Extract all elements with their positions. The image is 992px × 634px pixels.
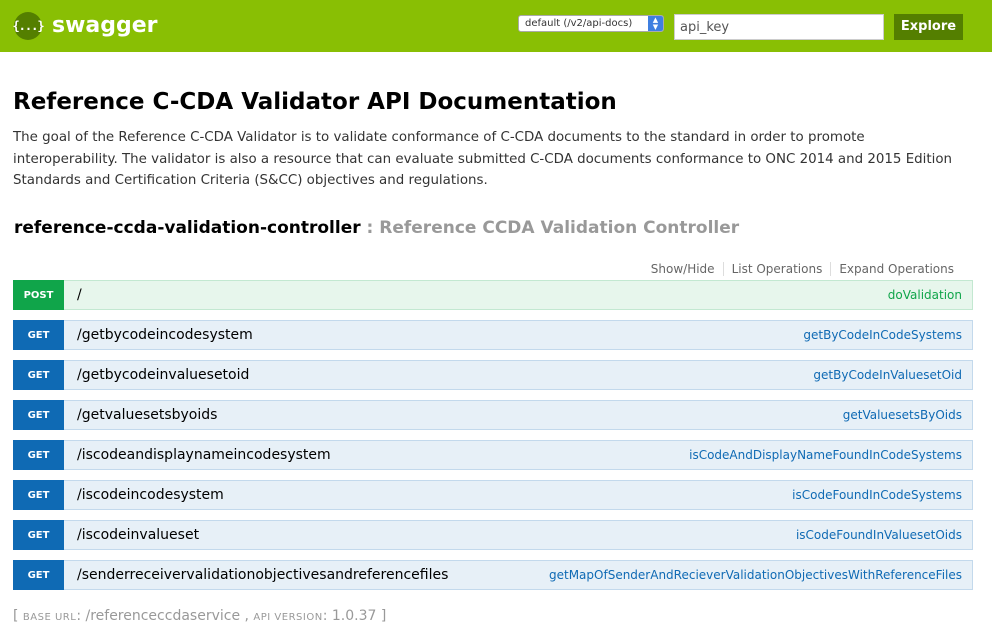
base-url-label: BASE URL [22, 612, 77, 623]
explore-button[interactable]: Explore [894, 14, 963, 40]
operation-name[interactable]: getValuesetsByOids [843, 408, 962, 422]
operation-path[interactable]: /getvaluesetsbyoids [77, 407, 843, 423]
operation-row[interactable]: GET /iscodeinvalueset isCodeFoundInValue… [13, 520, 973, 550]
operation-name[interactable]: isCodeAndDisplayNameFoundInCodeSystems [689, 448, 962, 462]
select-arrows-icon: ▲ ▼ [648, 16, 663, 31]
page-title: Reference C-CDA Validator API Documentat… [13, 89, 617, 115]
api-key-input[interactable] [674, 14, 884, 40]
api-version-value: 1.0.37 [331, 608, 377, 624]
spec-select-value: default (/v2/api-docs) [525, 18, 633, 29]
operation-row[interactable]: POST / doValidation [13, 280, 973, 310]
operation-path[interactable]: /senderreceivervalidationobjectivesandre… [77, 567, 549, 583]
operation-path[interactable]: /iscodeinvalueset [77, 527, 796, 543]
list-operations-link[interactable]: List Operations [722, 262, 831, 276]
operation-path[interactable]: /getbycodeincodesystem [77, 327, 803, 343]
logo-text: swagger [52, 13, 158, 38]
method-badge[interactable]: GET [13, 440, 64, 470]
operation-row[interactable]: GET /getvaluesetsbyoids getValuesetsByOi… [13, 400, 973, 430]
operation-path[interactable]: /iscodeincodesystem [77, 487, 792, 503]
show-hide-link[interactable]: Show/Hide [643, 262, 723, 276]
operation-path[interactable]: /getbycodeinvaluesetoid [77, 367, 813, 383]
operation-name[interactable]: isCodeFoundInValuesetOids [796, 528, 962, 542]
api-version-colon: : [322, 608, 332, 624]
expand-operations-link[interactable]: Expand Operations [830, 262, 962, 276]
controller-description: Reference CCDA Validation Controller [379, 218, 740, 238]
base-url-value: /referenceccdaservice [85, 608, 241, 624]
spec-select[interactable]: default (/v2/api-docs) ▲ ▼ [518, 15, 664, 32]
footer-open-bracket: [ [13, 608, 23, 624]
controller-separator: : [360, 218, 380, 238]
operation-name[interactable]: doValidation [888, 288, 962, 302]
operation-name[interactable]: isCodeFoundInCodeSystems [792, 488, 962, 502]
operation-links: Show/Hide List Operations Expand Operati… [643, 262, 962, 276]
operation-name[interactable]: getMapOfSenderAndRecieverValidationObjec… [549, 568, 962, 582]
method-badge[interactable]: GET [13, 320, 64, 350]
page-description: The goal of the Reference C-CDA Validato… [13, 130, 953, 188]
operation-row[interactable]: GET /getbycodeinvaluesetoid getByCodeInV… [13, 360, 973, 390]
operation-row[interactable]: GET /getbycodeincodesystem getByCodeInCo… [13, 320, 973, 350]
method-badge[interactable]: GET [13, 360, 64, 390]
method-badge[interactable]: GET [13, 400, 64, 430]
controller-name[interactable]: reference-ccda-validation-controller [14, 218, 361, 238]
operation-path[interactable]: / [77, 287, 888, 303]
swagger-braces-icon: {...} [12, 12, 45, 40]
api-version-label: API VERSION [253, 612, 323, 623]
method-badge[interactable]: GET [13, 480, 64, 510]
operation-name[interactable]: getByCodeInValuesetOid [813, 368, 962, 382]
operation-row[interactable]: GET /iscodeincodesystem isCodeFoundInCod… [13, 480, 973, 510]
api-footer: [ BASE URL: /referenceccdaservice , API … [13, 608, 386, 624]
operation-row[interactable]: GET /iscodeandisplaynameincodesystem isC… [13, 440, 973, 470]
footer-separator: , [240, 608, 254, 624]
top-bar: {...} swagger default (/v2/api-docs) ▲ ▼ … [0, 0, 992, 52]
method-badge[interactable]: GET [13, 520, 64, 550]
operation-name[interactable]: getByCodeInCodeSystems [803, 328, 962, 342]
swagger-logo[interactable]: {...} swagger [12, 12, 158, 40]
method-badge[interactable]: POST [13, 280, 64, 310]
method-badge[interactable]: GET [13, 560, 64, 590]
operation-row[interactable]: GET /senderreceivervalidationobjectivesa… [13, 560, 973, 590]
operation-path[interactable]: /iscodeandisplaynameincodesystem [77, 447, 689, 463]
footer-close-bracket: ] [376, 608, 387, 624]
controller-heading[interactable]: reference-ccda-validation-controller : R… [14, 218, 739, 238]
